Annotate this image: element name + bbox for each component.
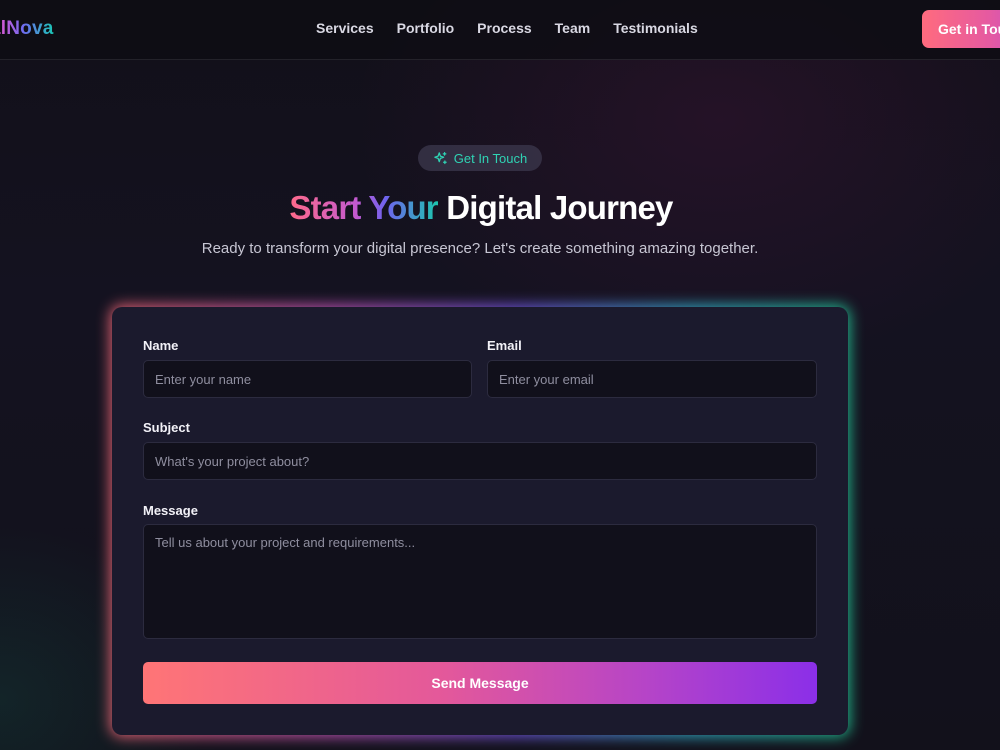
name-label: Name bbox=[143, 338, 179, 353]
send-message-button[interactable]: Send Message bbox=[143, 662, 817, 704]
name-input[interactable] bbox=[143, 360, 472, 398]
sparkles-icon bbox=[433, 151, 448, 166]
title-rest: Digital Journey bbox=[446, 189, 673, 226]
title-highlight: Start Your bbox=[289, 189, 438, 226]
page-title: Start Your Digital Journey bbox=[0, 189, 962, 227]
message-textarea[interactable] bbox=[143, 524, 817, 639]
nav-link-process[interactable]: Process bbox=[477, 20, 531, 36]
brand-logo[interactable]: italNova bbox=[0, 18, 54, 40]
subject-label: Subject bbox=[143, 420, 190, 435]
badge-label: Get In Touch bbox=[453, 150, 528, 166]
contact-form: Name Email Subject Message Send Message bbox=[112, 307, 848, 735]
get-in-touch-button[interactable]: Get in Tou bbox=[922, 10, 1000, 48]
nav-links: Services Portfolio Process Team Testimon… bbox=[316, 20, 721, 36]
email-input[interactable] bbox=[487, 360, 817, 398]
subject-input[interactable] bbox=[143, 442, 817, 480]
page-subtitle: Ready to transform your digital presence… bbox=[201, 240, 759, 257]
nav-link-testimonials[interactable]: Testimonials bbox=[613, 20, 698, 36]
nav-link-team[interactable]: Team bbox=[555, 20, 591, 36]
email-label: Email bbox=[487, 338, 522, 353]
nav-link-portfolio[interactable]: Portfolio bbox=[397, 20, 455, 36]
message-label: Message bbox=[143, 503, 198, 518]
nav-link-services[interactable]: Services bbox=[316, 20, 374, 36]
get-in-touch-badge: Get In Touch bbox=[418, 145, 542, 171]
page: italNova Services Portfolio Process Team… bbox=[0, 0, 1000, 750]
top-navbar: italNova Services Portfolio Process Team… bbox=[0, 0, 1000, 60]
